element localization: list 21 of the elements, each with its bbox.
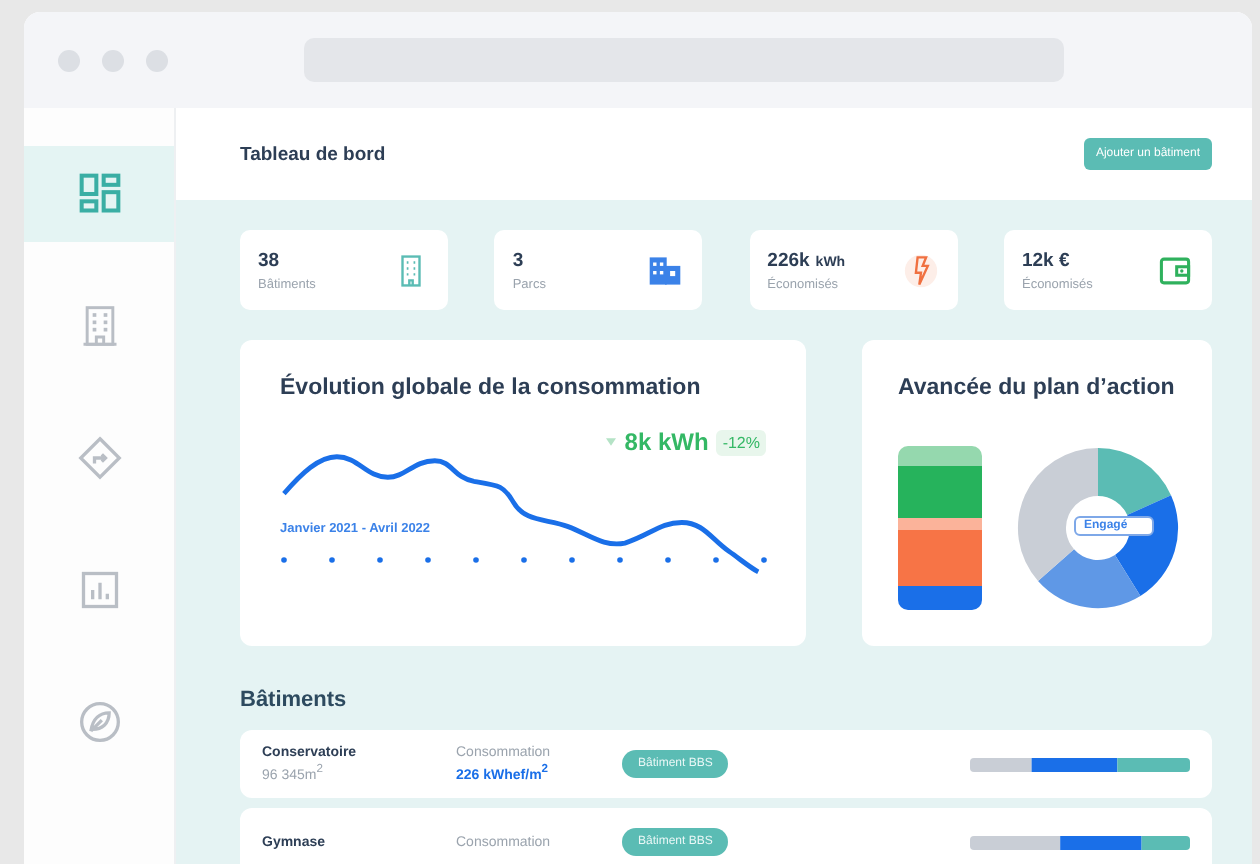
down-triangle-icon (606, 438, 617, 446)
chart-title: Avancée du plan d’action (898, 376, 1177, 400)
leaf-icon (77, 700, 121, 744)
dashboard-icon (77, 172, 121, 216)
sidebar-item[interactable] (24, 146, 174, 242)
window-control[interactable] (58, 49, 80, 71)
chart-title: Évolution globale de la consommation (280, 376, 703, 400)
stat-value: 3 (512, 249, 526, 271)
consumption-value: 8k kWh (624, 428, 709, 456)
buildings-icon (648, 253, 683, 287)
section-title: Bâtiments (240, 688, 349, 712)
lightning-icon (903, 253, 938, 287)
stat-value: 38 (258, 249, 282, 271)
change-badge: -12% (716, 429, 766, 455)
window-control[interactable] (102, 49, 124, 71)
window-control[interactable] (146, 49, 168, 71)
report-icon (77, 568, 121, 612)
wallet-icon (1157, 253, 1192, 287)
stat-value: 12k € (1021, 249, 1072, 271)
page-title: Tableau de bord (240, 143, 386, 165)
direction-sign-icon (77, 436, 121, 480)
